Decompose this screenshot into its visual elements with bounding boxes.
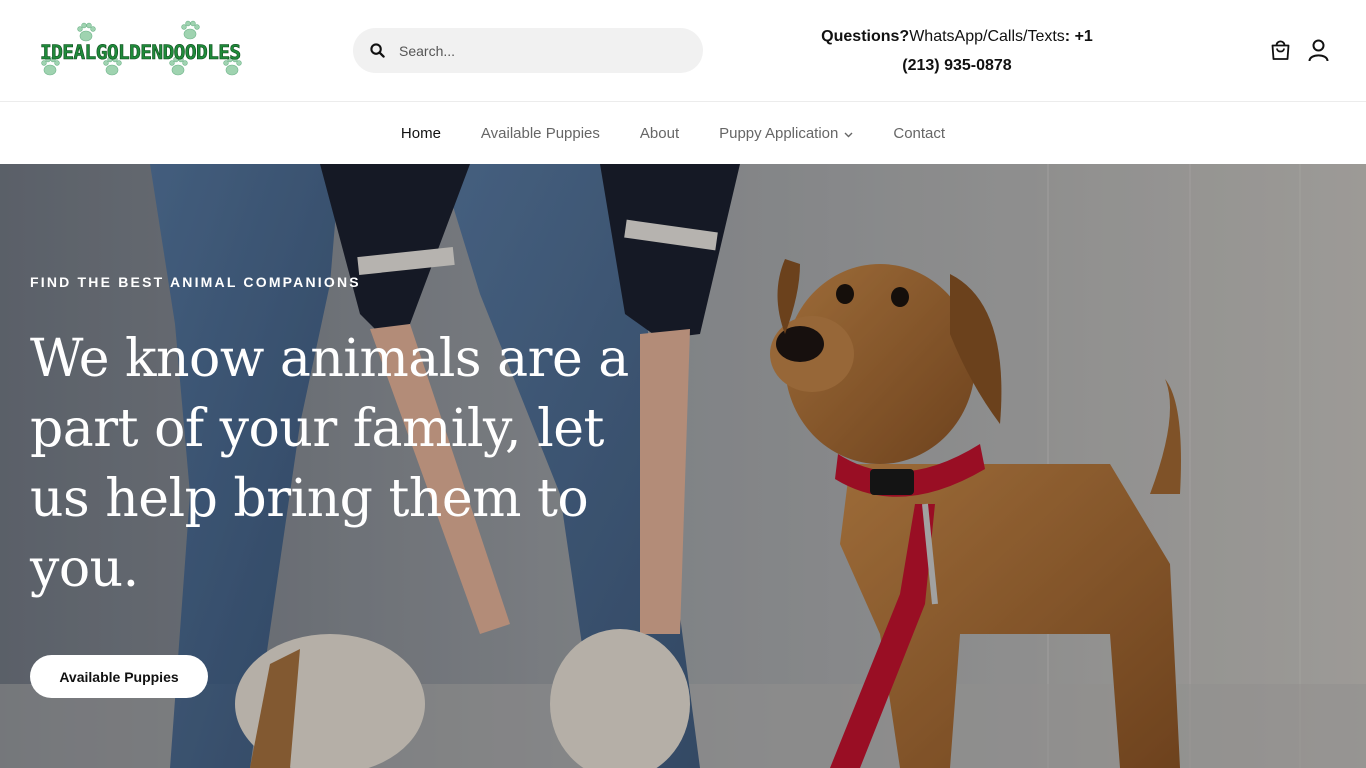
- nav-item-label: Contact: [893, 125, 946, 142]
- logo-text: IDEALGOLDENDOODLES: [40, 41, 241, 64]
- contact-phone-prefix: : +1: [1064, 28, 1093, 45]
- site-header: IDEALGOLDENDOODLES Questions?WhatsApp/Ca…: [0, 0, 1366, 102]
- available-puppies-button[interactable]: Available Puppies: [30, 655, 208, 698]
- header-actions: [1268, 36, 1330, 64]
- contact-phone[interactable]: (213) 935-0878: [902, 57, 1011, 74]
- nav-item-home[interactable]: Home: [401, 125, 441, 142]
- nav-item-available-puppies[interactable]: Available Puppies: [481, 125, 600, 142]
- hero-section: FIND THE BEST ANIMAL COMPANIONS We know …: [0, 164, 1366, 768]
- contact-text: WhatsApp/Calls/Texts: [909, 28, 1065, 45]
- nav-item-label: About: [639, 125, 680, 142]
- cart-icon[interactable]: [1268, 36, 1292, 64]
- search-input[interactable]: [399, 42, 679, 59]
- nav-item-label: Available Puppies: [480, 125, 600, 142]
- main-nav: Home Available Puppies About Puppy Appli…: [0, 103, 1366, 164]
- hero-eyebrow: FIND THE BEST ANIMAL COMPANIONS: [30, 274, 361, 290]
- hero-headline: We know animals are a part of your famil…: [30, 329, 629, 599]
- nav-item-contact[interactable]: Contact: [893, 125, 945, 142]
- nav-item-label: Puppy Application: [719, 125, 839, 142]
- nav-item-label: Home: [400, 125, 441, 142]
- account-icon[interactable]: [1306, 36, 1330, 64]
- contact-label: Questions?: [821, 28, 910, 45]
- site-logo[interactable]: IDEALGOLDENDOODLES: [38, 20, 250, 82]
- nav-item-puppy-application[interactable]: Puppy Application: [719, 125, 853, 142]
- contact-info: Questions?WhatsApp/Calls/Texts: +1 (213)…: [790, 22, 1124, 80]
- chevron-down-icon: [844, 125, 853, 142]
- search-icon[interactable]: [355, 43, 399, 58]
- search-bar[interactable]: [353, 28, 703, 73]
- nav-item-about[interactable]: About: [640, 125, 679, 142]
